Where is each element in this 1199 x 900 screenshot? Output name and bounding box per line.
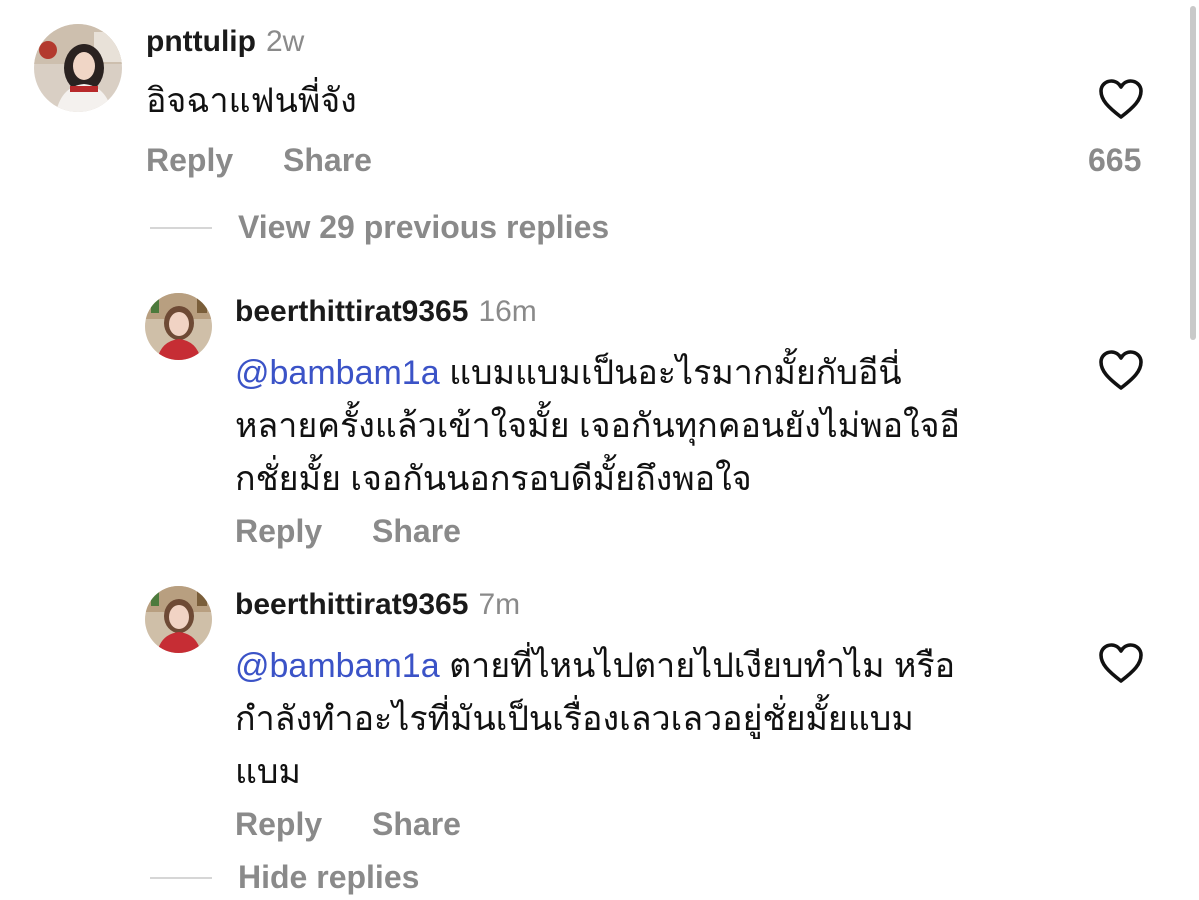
reply-text-line: @bambam1a แบมแบมเป็นอะไรมากมั้ยกับอีนี่ — [235, 347, 1065, 400]
mention-link[interactable]: @bambam1a — [235, 354, 440, 392]
comment-text: อิจฉาแฟนพี่จัง — [146, 82, 357, 120]
like-count[interactable]: 665 — [1088, 142, 1141, 179]
reply-timestamp: 16m — [478, 295, 537, 328]
reply-text-line: แบม — [235, 753, 301, 791]
thread-line — [150, 227, 212, 229]
reply-text-line: กชั่ยมั้ย เจอกันนอกรอบดีมั้ยถึงพอใจ — [235, 460, 752, 498]
reply-button[interactable]: Reply — [235, 513, 322, 550]
view-previous-replies-label[interactable]: View 29 previous replies — [238, 209, 609, 246]
reply-button[interactable]: Reply — [235, 806, 322, 843]
reply-text: @bambam1a ตายที่ไหนไปตายไปเงียบทำไม หรือ… — [235, 640, 1065, 799]
avatar-image — [145, 586, 212, 653]
avatar-image — [34, 24, 122, 112]
reply-button[interactable]: Reply — [146, 142, 233, 179]
reply-header: beerthittirat9365 16m — [235, 295, 537, 329]
reply-text-segment: แบมแบมเป็นอะไรมากมั้ยกับอีนี่ — [449, 354, 902, 392]
avatar-image — [145, 293, 212, 360]
comment-header: pnttulip 2w — [146, 25, 304, 59]
thread-line — [150, 877, 212, 879]
comment-username[interactable]: pnttulip — [146, 25, 256, 58]
reply-text-line: กำลังทำอะไรที่มันเป็นเรื่องเลวเลวอยู่ชั่… — [235, 700, 914, 738]
reply-username[interactable]: beerthittirat9365 — [235, 588, 468, 621]
reply-text-segment: ตายที่ไหนไปตายไปเงียบทำไม หรือ — [449, 647, 956, 685]
comment-timestamp: 2w — [265, 25, 305, 58]
share-button[interactable]: Share — [372, 806, 461, 843]
heart-icon[interactable] — [1098, 349, 1144, 391]
share-button[interactable]: Share — [283, 142, 372, 179]
share-button[interactable]: Share — [372, 513, 461, 550]
heart-icon[interactable] — [1098, 642, 1144, 684]
reply-timestamp: 7m — [478, 588, 521, 621]
avatar[interactable] — [34, 24, 122, 112]
reply-username[interactable]: beerthittirat9365 — [235, 295, 468, 328]
scrollbar[interactable] — [1190, 6, 1196, 340]
avatar[interactable] — [145, 293, 212, 360]
avatar[interactable] — [145, 586, 212, 653]
reply-text: @bambam1a แบมแบมเป็นอะไรมากมั้ยกับอีนี่ … — [235, 347, 1065, 506]
mention-link[interactable]: @bambam1a — [235, 647, 440, 685]
heart-icon[interactable] — [1098, 78, 1144, 120]
reply-text-line: หลายครั้งแล้วเข้าใจมั้ย เจอกันทุกคอนยังไ… — [235, 407, 960, 445]
reply-header: beerthittirat9365 7m — [235, 588, 520, 622]
reply-text-line: @bambam1a ตายที่ไหนไปตายไปเงียบทำไม หรือ — [235, 640, 1065, 693]
hide-replies-label[interactable]: Hide replies — [238, 859, 419, 896]
